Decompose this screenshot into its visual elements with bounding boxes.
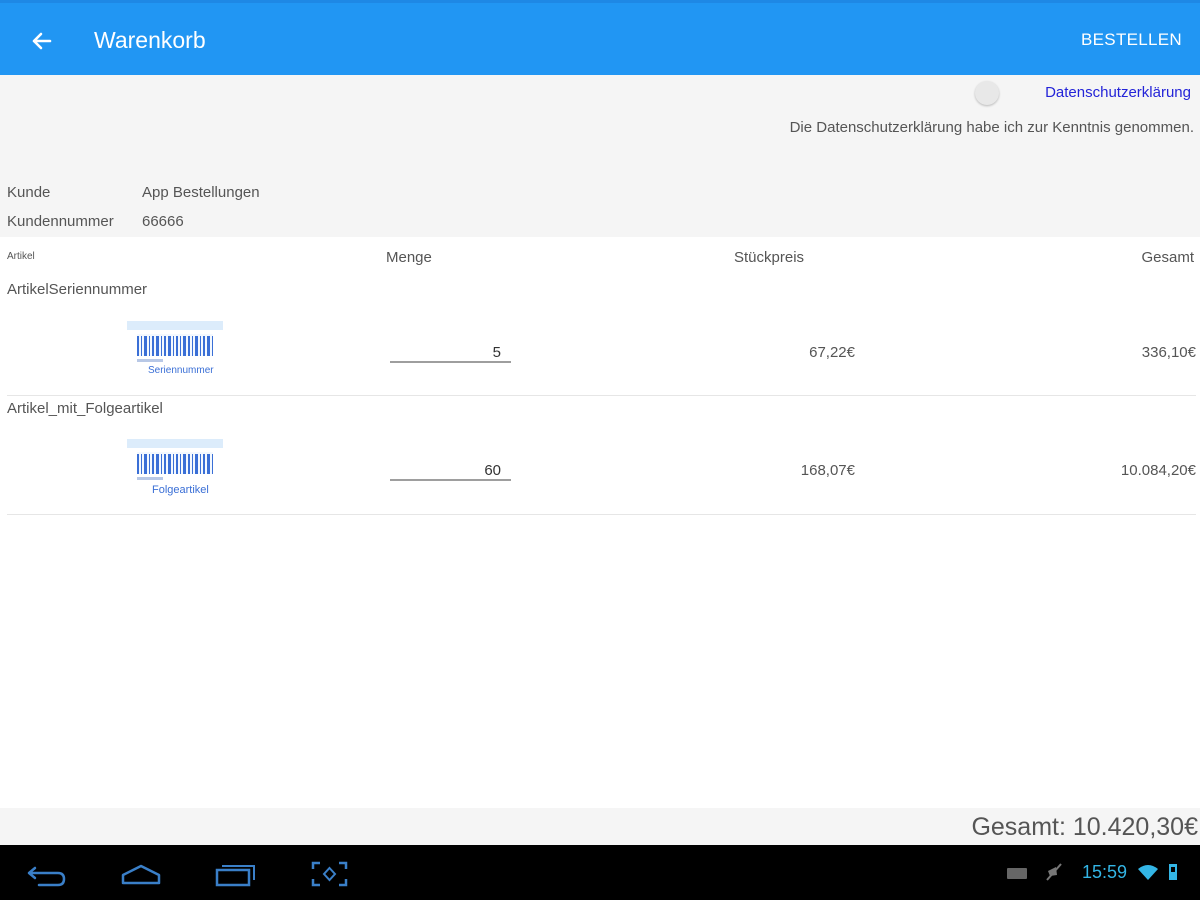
mute-icon <box>1046 863 1062 881</box>
customer-value: App Bestellungen <box>142 184 260 201</box>
unit-price: 168,07€ <box>800 462 855 479</box>
item-name: ArtikelSeriennummer <box>7 281 148 298</box>
signal-icon <box>1169 864 1177 880</box>
privacy-note: Die Datenschutzerklärung habe ich zur Ke… <box>789 119 1194 136</box>
recent-apps-icon[interactable] <box>213 859 257 889</box>
barcode-caption: Folgeartikel <box>152 484 209 496</box>
order-button[interactable]: BESTELLEN <box>1081 30 1182 50</box>
privacy-policy-link[interactable]: Datenschutzerklärung <box>1045 84 1191 101</box>
screenshot-icon[interactable] <box>308 859 352 889</box>
item-name: Artikel_mit_Folgeartikel <box>7 400 163 417</box>
back-button[interactable] <box>26 25 58 57</box>
line-total: 10.084,20€ <box>1120 462 1196 479</box>
row-divider <box>7 395 1196 396</box>
privacy-toggle[interactable] <box>975 81 999 105</box>
back-icon[interactable] <box>25 859 69 889</box>
clock: 15:59 <box>1082 862 1128 882</box>
customer-label: Kunde <box>7 184 51 201</box>
quantity-input[interactable] <box>390 461 511 481</box>
column-header-article: Artikel <box>7 251 35 262</box>
column-header-unit-price: Stückpreis <box>734 249 805 266</box>
app-bar: Warenkorb BESTELLEN <box>0 0 1200 75</box>
column-header-quantity: Menge <box>386 249 432 266</box>
page-title: Warenkorb <box>94 27 206 53</box>
line-total: 336,10€ <box>1141 344 1196 361</box>
wifi-icon <box>1138 865 1158 880</box>
customer-number-value: 66666 <box>142 213 184 230</box>
quantity-input[interactable] <box>390 343 511 363</box>
keyboard-icon <box>1007 868 1027 879</box>
barcode-caption: Seriennummer <box>148 365 214 376</box>
grand-total: Gesamt: 10.420,30€ <box>971 813 1198 841</box>
row-divider <box>7 514 1196 515</box>
arrow-left-icon <box>32 32 52 50</box>
home-icon[interactable] <box>119 859 163 889</box>
column-header-total: Gesamt <box>1141 249 1194 266</box>
customer-number-label: Kundennummer <box>7 213 114 230</box>
unit-price: 67,22€ <box>809 344 855 361</box>
